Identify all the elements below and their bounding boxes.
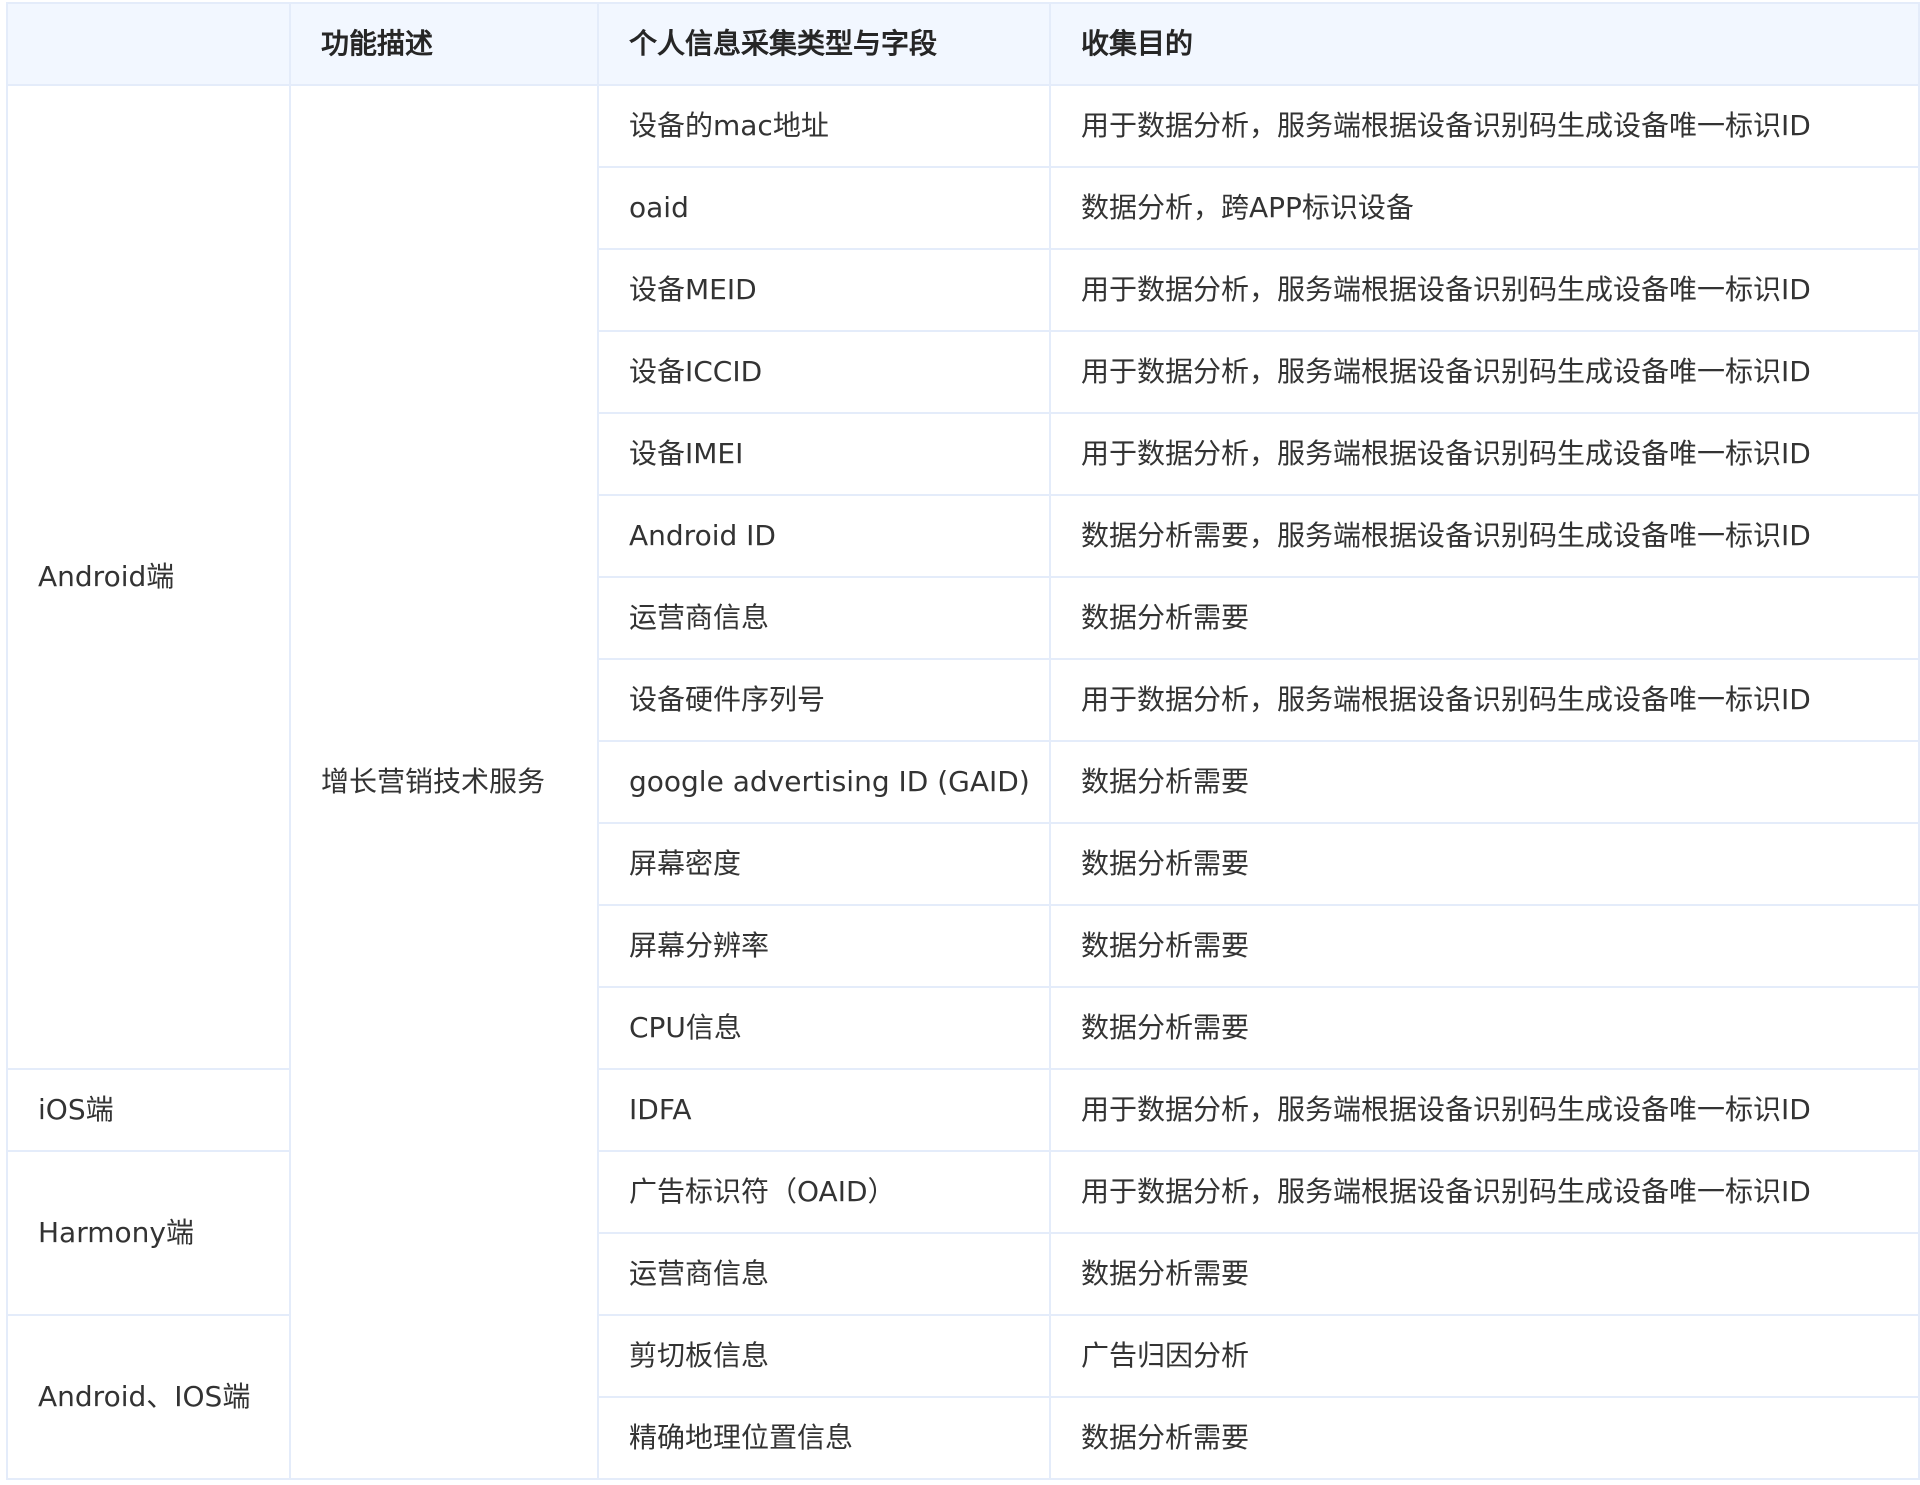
table-row: Android端 增长营销技术服务 设备的mac地址 用于数据分析，服务端根据设备识别… xyxy=(6,84,1920,1480)
platform-cell: Android、IOS端 xyxy=(6,1314,291,1480)
function-cell: 增长营销技术服务 xyxy=(289,84,599,1480)
purpose-cell: 用于数据分析，服务端根据设备识别码生成设备唯一标识ID xyxy=(1049,330,1920,414)
field-cell: 运营商信息 xyxy=(597,1232,1051,1316)
header-function: 功能描述 xyxy=(289,2,599,86)
field-cell: 精确地理位置信息 xyxy=(597,1396,1051,1480)
purpose-cell: 数据分析需要 xyxy=(1049,1232,1920,1316)
purpose-cell: 数据分析需要，服务端根据设备识别码生成设备唯一标识ID xyxy=(1049,494,1920,578)
field-cell: 设备的mac地址 xyxy=(597,84,1051,168)
purpose-cell: 用于数据分析，服务端根据设备识别码生成设备唯一标识ID xyxy=(1049,412,1920,496)
field-cell: 设备ICCID xyxy=(597,330,1051,414)
purpose-cell: 广告归因分析 xyxy=(1049,1314,1920,1398)
field-cell: Android ID xyxy=(597,494,1051,578)
field-cell: 屏幕密度 xyxy=(597,822,1051,906)
purpose-cell: 数据分析需要 xyxy=(1049,822,1920,906)
header-platform xyxy=(6,2,291,86)
header-field: 个人信息采集类型与字段 xyxy=(597,2,1051,86)
page: 功能描述 个人信息采集类型与字段 收集目的 Android端 增长营销技术服务 设备… xyxy=(0,0,1920,1485)
field-cell: 剪切板信息 xyxy=(597,1314,1051,1398)
platform-cell: Harmony端 xyxy=(6,1150,291,1316)
purpose-cell: 数据分析需要 xyxy=(1049,576,1920,660)
header-purpose: 收集目的 xyxy=(1049,2,1920,86)
field-cell: CPU信息 xyxy=(597,986,1051,1070)
personal-info-table: 功能描述 个人信息采集类型与字段 收集目的 Android端 增长营销技术服务 设备… xyxy=(6,2,1920,1480)
platform-cell: Android端 xyxy=(6,84,291,1070)
field-cell: 运营商信息 xyxy=(597,576,1051,660)
purpose-cell: 用于数据分析，服务端根据设备识别码生成设备唯一标识ID xyxy=(1049,1068,1920,1152)
purpose-cell: 用于数据分析，服务端根据设备识别码生成设备唯一标识ID xyxy=(1049,84,1920,168)
purpose-cell: 数据分析需要 xyxy=(1049,904,1920,988)
purpose-cell: 用于数据分析，服务端根据设备识别码生成设备唯一标识ID xyxy=(1049,248,1920,332)
table-header: 功能描述 个人信息采集类型与字段 收集目的 xyxy=(6,2,1920,86)
field-cell: 广告标识符（OAID） xyxy=(597,1150,1051,1234)
purpose-cell: 数据分析需要 xyxy=(1049,740,1920,824)
purpose-cell: 数据分析，跨APP标识设备 xyxy=(1049,166,1920,250)
field-cell: IDFA xyxy=(597,1068,1051,1152)
table-body: Android端 增长营销技术服务 设备的mac地址 用于数据分析，服务端根据设备识别… xyxy=(6,84,1920,1480)
field-cell: 设备硬件序列号 xyxy=(597,658,1051,742)
purpose-cell: 用于数据分析，服务端根据设备识别码生成设备唯一标识ID xyxy=(1049,658,1920,742)
purpose-cell: 数据分析需要 xyxy=(1049,986,1920,1070)
field-cell: google advertising ID (GAID) xyxy=(597,740,1051,824)
field-cell: 屏幕分辨率 xyxy=(597,904,1051,988)
field-cell: 设备MEID xyxy=(597,248,1051,332)
field-cell: 设备IMEI xyxy=(597,412,1051,496)
header-row: 功能描述 个人信息采集类型与字段 收集目的 xyxy=(6,2,1920,86)
platform-cell: iOS端 xyxy=(6,1068,291,1152)
purpose-cell: 用于数据分析，服务端根据设备识别码生成设备唯一标识ID xyxy=(1049,1150,1920,1234)
field-cell: oaid xyxy=(597,166,1051,250)
purpose-cell: 数据分析需要 xyxy=(1049,1396,1920,1480)
